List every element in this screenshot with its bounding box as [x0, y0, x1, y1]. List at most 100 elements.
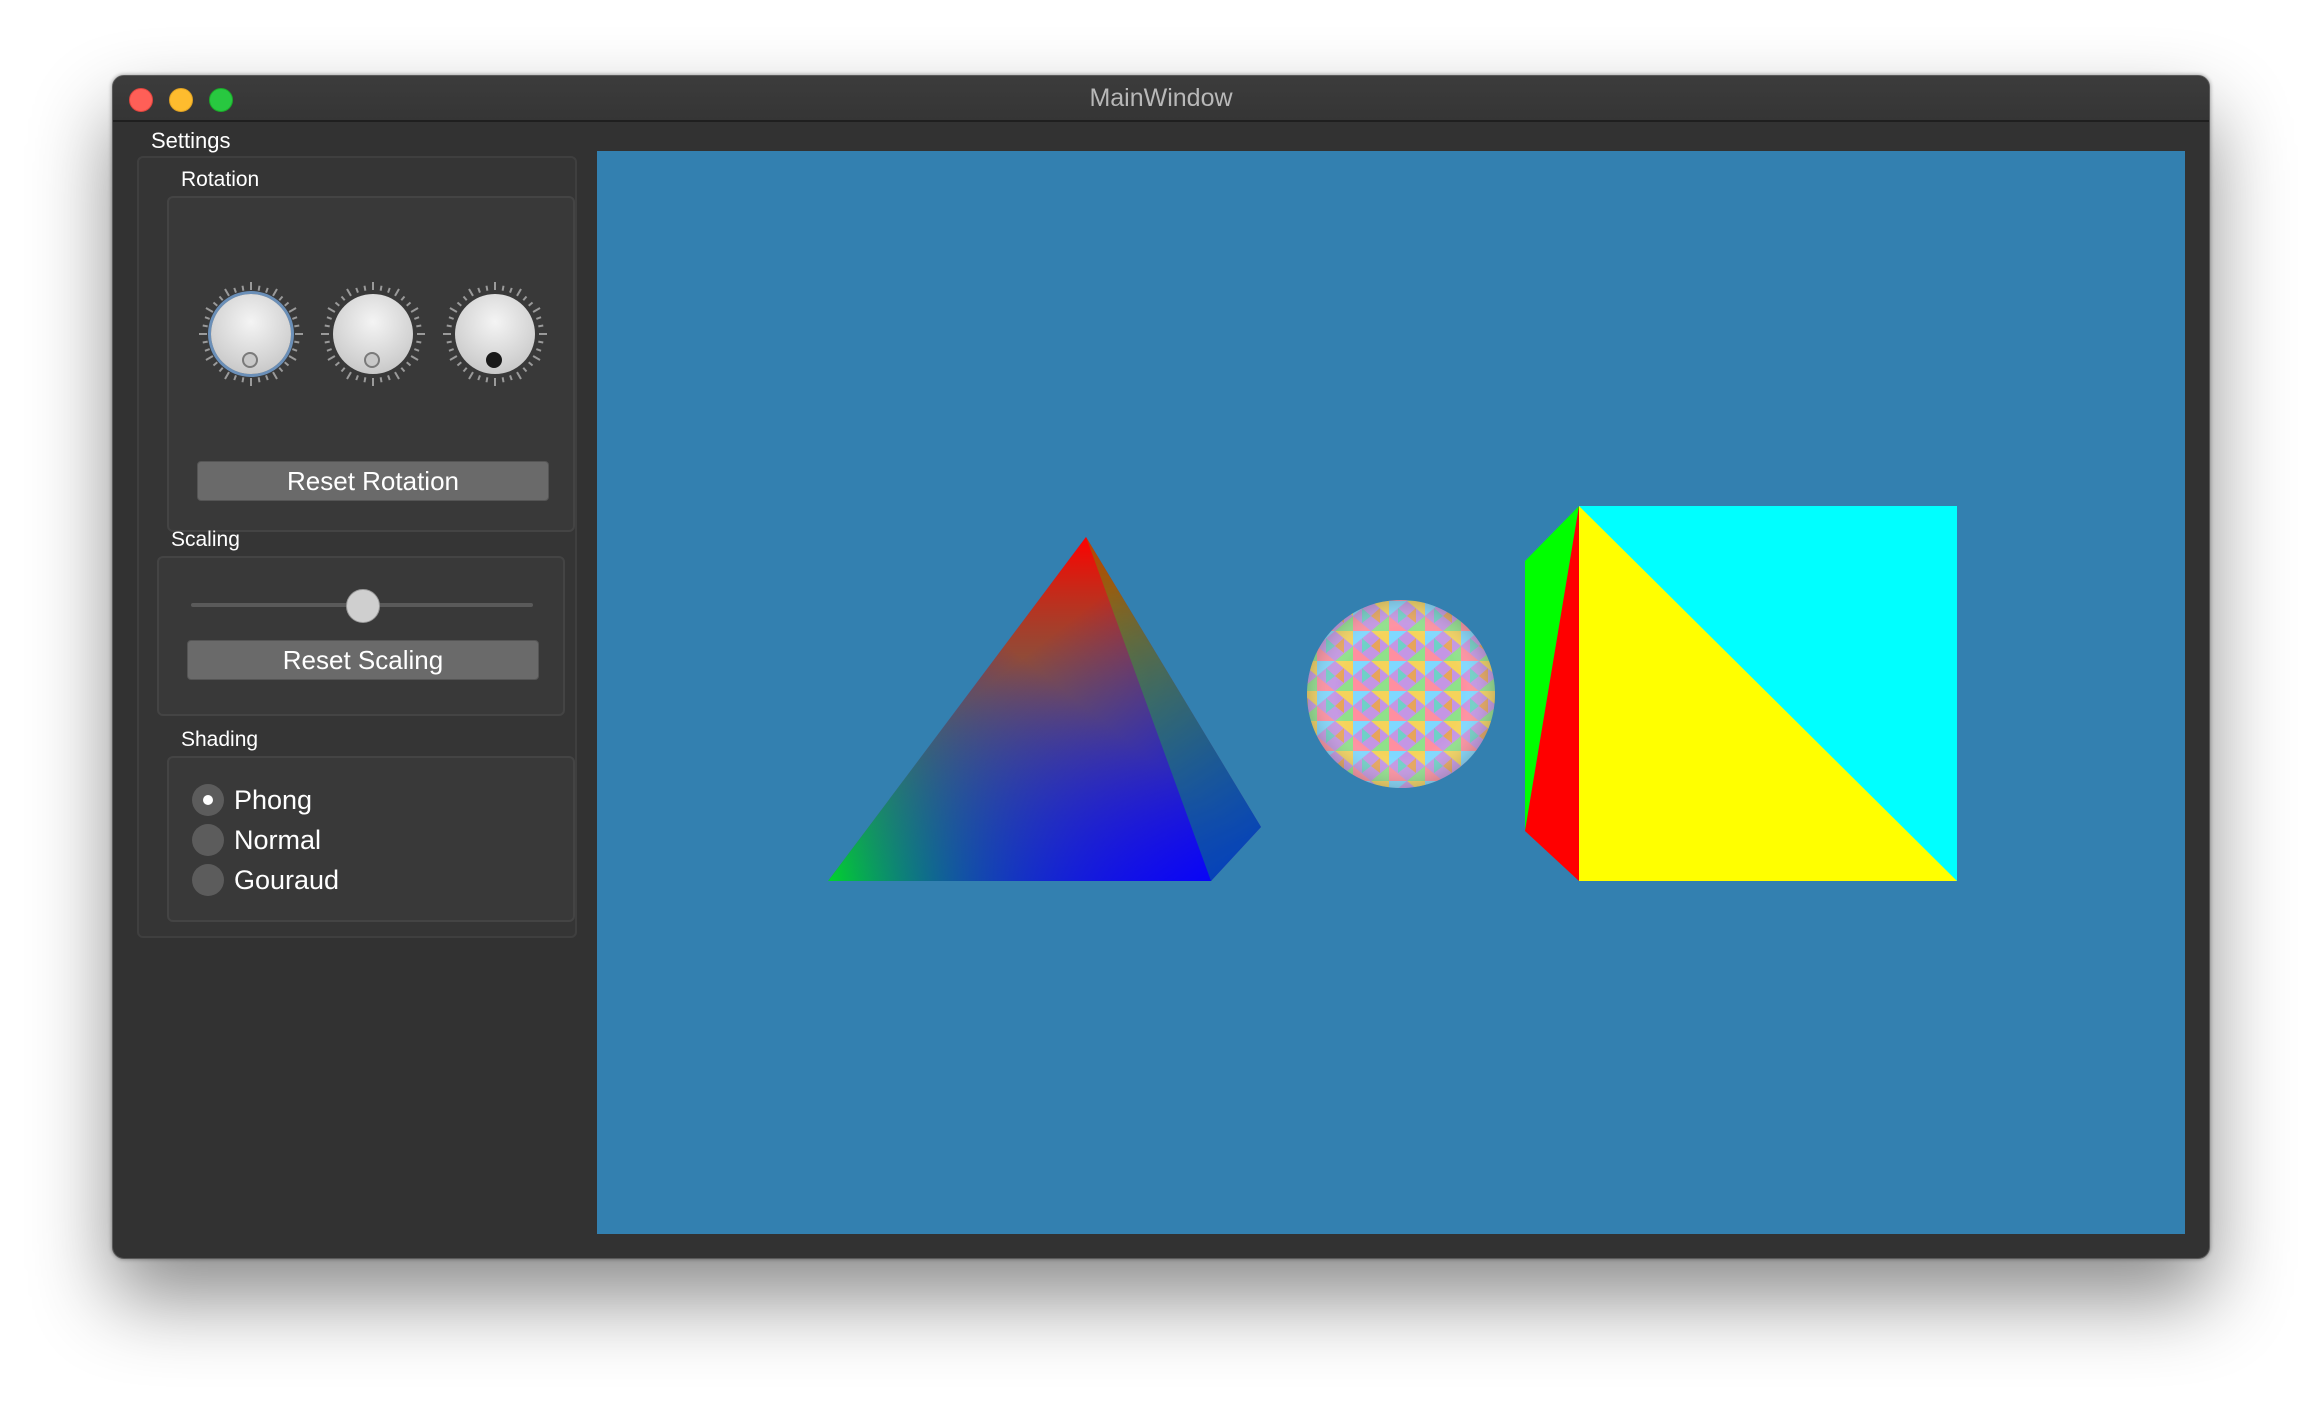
dial-tick — [363, 377, 367, 383]
dial-tick — [204, 348, 210, 352]
dial-tick — [340, 295, 346, 301]
dial-tick — [477, 375, 481, 381]
shading-radio-gouraud[interactable] — [192, 864, 224, 896]
dial-tick — [456, 301, 462, 307]
dial-tick — [387, 287, 391, 293]
dial-tick — [410, 307, 419, 313]
shading-label: Shading — [181, 728, 259, 751]
pyramid-object — [828, 537, 1261, 881]
dial-tick — [416, 324, 422, 328]
dial-tick — [522, 295, 528, 301]
dial-tick — [292, 348, 298, 352]
dial-tick — [446, 324, 452, 328]
dial-tick — [448, 348, 454, 352]
reset-rotation-button[interactable]: Reset Rotation — [197, 461, 549, 501]
dial-tick — [536, 316, 542, 320]
dial-tick — [284, 301, 290, 307]
dial-tick — [241, 377, 245, 383]
scaling-label: Scaling — [171, 528, 240, 551]
dial-tick — [241, 285, 245, 291]
dial-tick — [528, 361, 534, 367]
dial-tick — [340, 367, 346, 373]
dial-tick — [212, 361, 218, 367]
dial-tick — [468, 371, 474, 380]
dial-tick — [324, 340, 330, 344]
dial-tick — [406, 301, 412, 307]
cube-object — [1525, 506, 1957, 881]
dial-tick — [379, 377, 383, 383]
dial-tick — [212, 301, 218, 307]
dial-tick — [394, 288, 400, 297]
dial-tick — [278, 367, 284, 373]
dial-tick — [288, 355, 297, 361]
dial-tick — [204, 316, 210, 320]
shading-group — [167, 756, 575, 922]
dial-tick — [449, 307, 458, 313]
dial-notch — [364, 352, 380, 368]
dial-tick — [516, 288, 522, 297]
dial-tick — [272, 288, 278, 297]
dial-tick — [284, 361, 290, 367]
dial-tick — [532, 307, 541, 313]
dial-tick — [485, 285, 489, 291]
dial-tick — [324, 324, 330, 328]
dial-tick — [448, 316, 454, 320]
shading-option-normal[interactable]: Normal — [234, 825, 321, 856]
dial-tick — [446, 340, 452, 344]
shading-radio-normal[interactable] — [192, 824, 224, 856]
dial-tick — [538, 324, 544, 328]
dial-tick — [363, 285, 367, 291]
dial-tick — [400, 367, 406, 373]
dial-tick — [202, 324, 208, 328]
dial-tick — [522, 367, 528, 373]
dial-tick — [477, 287, 481, 293]
shading-option-phong[interactable]: Phong — [234, 785, 312, 816]
dial-tick — [294, 324, 300, 328]
dial-tick — [536, 348, 542, 352]
scaling-slider-handle[interactable] — [346, 589, 380, 623]
shading-radio-phong[interactable] — [192, 784, 224, 816]
dial-tick — [278, 295, 284, 301]
dial-tick — [468, 288, 474, 297]
opengl-viewport[interactable] — [597, 151, 2185, 1234]
dial-tick — [485, 377, 489, 383]
dial-tick — [224, 288, 230, 297]
dial-tick — [205, 307, 214, 313]
reset-scaling-button[interactable]: Reset Scaling — [187, 640, 539, 680]
rotation-label: Rotation — [181, 168, 260, 191]
dial-tick — [532, 355, 541, 361]
rotation-x-dial[interactable] — [199, 282, 303, 386]
dial-tick — [233, 287, 237, 293]
dial-tick — [449, 355, 458, 361]
dial-tick — [509, 375, 513, 381]
dial-tick — [292, 316, 298, 320]
window-title: MainWindow — [1089, 84, 1233, 112]
title-bar[interactable]: MainWindow — [113, 76, 2209, 122]
dial-tick — [205, 355, 214, 361]
dial-tick — [327, 355, 336, 361]
shading-option-gouraud[interactable]: Gouraud — [234, 865, 339, 896]
dial-tick — [538, 340, 544, 344]
dial-tick — [327, 307, 336, 313]
dial-tick — [233, 375, 237, 381]
scene — [828, 506, 1957, 881]
dial-tick — [257, 285, 261, 291]
scaling-group — [157, 556, 565, 716]
dial-tick — [456, 361, 462, 367]
dial-tick — [501, 285, 505, 291]
dial-tick — [334, 361, 340, 367]
dial-tick — [379, 285, 383, 291]
dial-tick — [326, 348, 332, 352]
dial-tick — [394, 371, 400, 380]
dial-tick — [346, 288, 352, 297]
dial-tick — [509, 287, 513, 293]
dial-tick — [257, 377, 261, 383]
dial-tick — [218, 295, 224, 301]
dial-tick — [462, 295, 468, 301]
dial-tick — [265, 375, 269, 381]
rotation-y-dial[interactable] — [321, 282, 425, 386]
dial-notch — [242, 352, 258, 368]
dial-tick — [355, 375, 359, 381]
dial-tick — [334, 301, 340, 307]
rotation-z-dial[interactable] — [443, 282, 547, 386]
